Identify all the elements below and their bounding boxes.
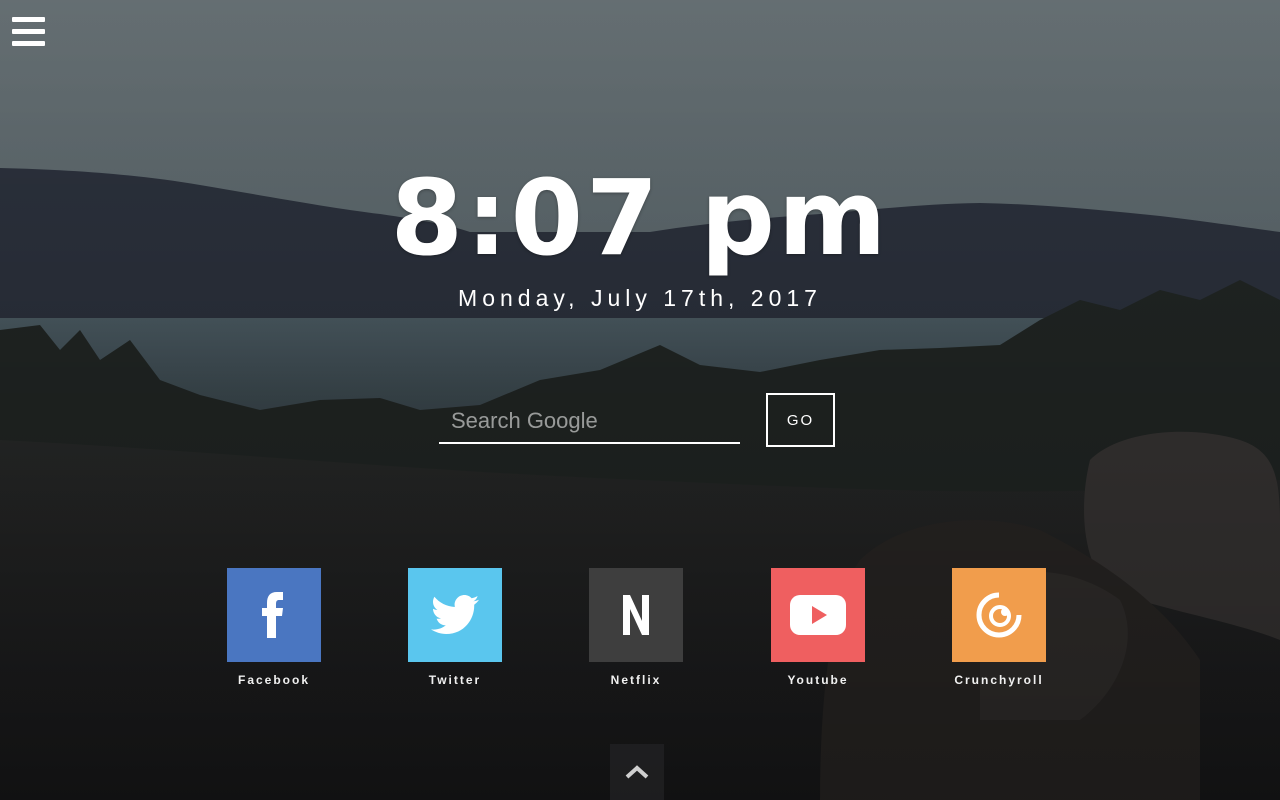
crunchyroll-icon	[952, 568, 1046, 662]
clock-date: Monday, July 17th, 2017	[458, 285, 822, 311]
netflix-icon	[589, 568, 683, 662]
menu-bar	[12, 17, 45, 22]
menu-bar	[12, 41, 45, 46]
shortcut-label: Twitter	[428, 673, 482, 687]
shortcut-facebook[interactable]: Facebook	[204, 568, 344, 687]
clock-time: 8:07 pm	[390, 157, 890, 279]
shortcut-label: Crunchyroll	[954, 673, 1044, 687]
youtube-icon	[771, 568, 865, 662]
shortcut-netflix[interactable]: Netflix	[566, 568, 706, 687]
menu-bar	[12, 29, 45, 34]
search-input[interactable]	[439, 400, 740, 444]
twitter-icon	[408, 568, 502, 662]
scroll-up-button[interactable]	[610, 744, 664, 800]
hamburger-menu-icon[interactable]	[12, 17, 45, 46]
chevron-up-icon	[625, 765, 649, 779]
shortcut-label: Facebook	[237, 673, 310, 687]
shortcut-twitter[interactable]: Twitter	[385, 568, 525, 687]
facebook-icon	[227, 568, 321, 662]
shortcut-label: Netflix	[610, 673, 662, 687]
shortcut-youtube[interactable]: Youtube	[748, 568, 888, 687]
shortcut-crunchyroll[interactable]: Crunchyroll	[929, 568, 1069, 687]
shortcut-label: Youtube	[787, 673, 849, 687]
search-go-button[interactable]: GO	[766, 393, 835, 447]
